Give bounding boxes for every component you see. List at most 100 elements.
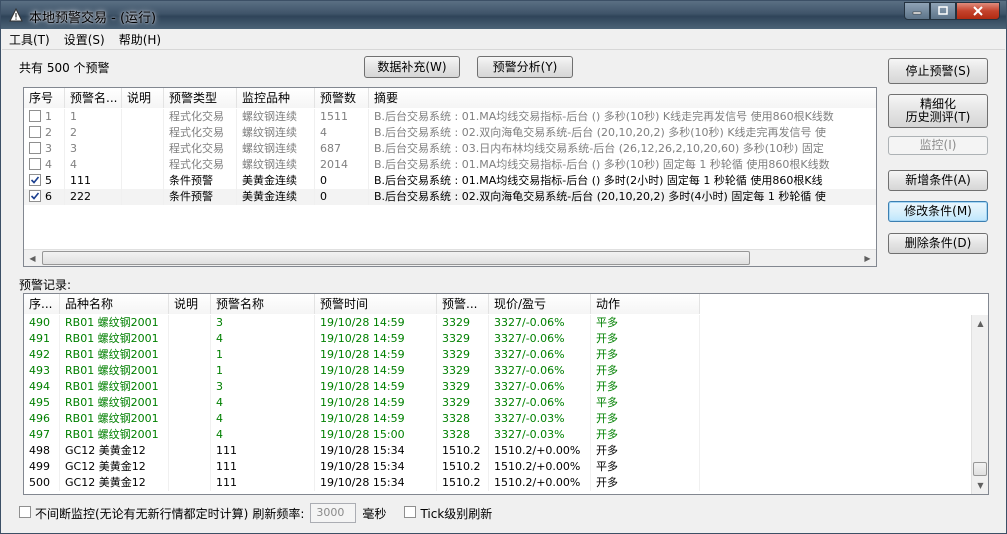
record-row[interactable]: 493 RB01 螺纹钢2001 1 19/10/28 14:59 3329 3327/-…	[24, 363, 700, 379]
title-bar[interactable]: 本地预警交易 - (运行)	[1, 1, 1006, 29]
record-row[interactable]: 490 RB01 螺纹钢2001 3 19/10/28 14:59 3329 3327/-…	[24, 315, 700, 331]
refresh-frequency-input[interactable]: 3000	[310, 503, 357, 523]
tick-refresh-checkbox[interactable]	[404, 506, 417, 518]
condition-row[interactable]: 6 222 条件预警 美黄金连续 0 B.后台交易系统 : 02.双向海龟交易系统-后台 …	[24, 189, 876, 205]
condition-cell-name: 222	[65, 189, 122, 205]
col-count[interactable]: 预警数	[315, 88, 369, 108]
records-vscroll-thumb[interactable]	[973, 462, 987, 476]
record-cell-alert: 3	[211, 379, 315, 395]
condition-cell-type: 程式化交易	[164, 157, 237, 173]
record-row[interactable]: 498 GC12 美黄金12 111 19/10/28 15:34 1510.2 1510…	[24, 443, 700, 459]
col-symbol[interactable]: 监控品种	[237, 88, 315, 108]
condition-checkbox[interactable]	[29, 142, 41, 154]
condition-cell-summary: B.后台交易系统 : 01.MA均线交易指标-后台 () 多秒(10秒) K线走…	[369, 109, 876, 125]
records-vscrollbar[interactable]: ▲ ▼	[971, 315, 988, 494]
add-condition-button[interactable]: 新增条件(A)	[888, 170, 988, 191]
refresh-unit-label: 毫秒	[362, 506, 387, 521]
condition-cell-summary: B.后台交易系统 : 02.双向海龟交易系统-后台 (20,10,20,2) 多…	[369, 189, 876, 205]
record-cell-desc	[169, 395, 211, 411]
condition-row[interactable]: 5 111 条件预警 美黄金连续 0 B.后台交易系统 : 01.MA均线交易指标-后台 …	[24, 173, 876, 189]
condition-checkbox[interactable]	[29, 174, 41, 186]
condition-checkbox[interactable]	[29, 110, 41, 122]
records-header: 序... 品种名称 说明 预警名称 预警时间 预警... 现价/盈亏 动作	[24, 294, 700, 314]
record-cell-desc	[169, 331, 211, 347]
rec-col-product[interactable]: 品种名称	[60, 294, 169, 314]
condition-cell-count: 4	[315, 125, 369, 141]
condition-checkbox[interactable]	[29, 158, 41, 170]
record-row[interactable]: 491 RB01 螺纹钢2001 4 19/10/28 14:59 3329 3327/-…	[24, 331, 700, 347]
record-cell-desc	[169, 475, 211, 491]
history-backtest-button[interactable]: 精细化 历史测评(T)	[888, 94, 988, 128]
rec-col-no[interactable]: 序...	[24, 294, 60, 314]
condition-checkbox[interactable]	[29, 126, 41, 138]
data-supplement-button[interactable]: 数据补充(W)	[364, 56, 460, 78]
record-cell-desc	[169, 315, 211, 331]
record-cell-alert: 111	[211, 443, 315, 459]
col-desc[interactable]: 说明	[122, 88, 164, 108]
rec-col-time[interactable]: 预警时间	[315, 294, 437, 314]
history-backtest-line2: 历史测评(T)	[905, 110, 971, 124]
scroll-left-icon[interactable]: ◀	[24, 250, 41, 266]
record-cell-price: 3329	[437, 347, 489, 363]
scroll-down-icon[interactable]: ▼	[972, 477, 988, 494]
col-summary[interactable]: 摘要	[369, 88, 876, 108]
condition-cell-no: 1	[24, 109, 65, 125]
monitor-button[interactable]: 监控(I)	[888, 136, 988, 155]
stop-alert-button[interactable]: 停止预警(S)	[888, 58, 988, 84]
conditions-list[interactable]: 序号 预警名... 说明 预警类型 监控品种 预警数 摘要 1 1 程式化交易 螺纹钢…	[23, 87, 877, 267]
alert-analysis-button[interactable]: 预警分析(Y)	[477, 56, 573, 78]
col-no[interactable]: 序号	[24, 88, 65, 108]
record-cell-price: 3329	[437, 363, 489, 379]
record-cell-action: 开多	[591, 443, 700, 459]
record-cell-alert: 3	[211, 315, 315, 331]
condition-cell-name: 4	[65, 157, 122, 173]
record-row[interactable]: 494 RB01 螺纹钢2001 3 19/10/28 14:59 3329 3327/-…	[24, 379, 700, 395]
condition-row[interactable]: 1 1 程式化交易 螺纹钢连续 1511 B.后台交易系统 : 01.MA均线交易指标-后…	[24, 109, 876, 125]
scroll-up-icon[interactable]: ▲	[972, 315, 988, 332]
condition-cell-name: 111	[65, 173, 122, 189]
rec-col-alert[interactable]: 预警名称	[211, 294, 315, 314]
record-row[interactable]: 500 GC12 美黄金12 111 19/10/28 15:34 1510.2 1510…	[24, 475, 700, 491]
condition-row[interactable]: 3 3 程式化交易 螺纹钢连续 687 B.后台交易系统 : 03.日内布林均线交易系统-…	[24, 141, 876, 157]
scroll-right-icon[interactable]: ▶	[859, 250, 876, 266]
rec-col-action[interactable]: 动作	[591, 294, 700, 314]
conditions-hscroll-thumb[interactable]	[42, 251, 750, 265]
delete-condition-button[interactable]: 删除条件(D)	[888, 233, 988, 254]
maximize-button[interactable]	[930, 2, 956, 20]
rec-col-price[interactable]: 预警...	[437, 294, 489, 314]
condition-checkbox[interactable]	[29, 190, 41, 202]
modify-condition-button[interactable]: 修改条件(M)	[888, 201, 988, 222]
refresh-frequency-label: 刷新频率:	[252, 506, 305, 521]
record-row[interactable]: 495 RB01 螺纹钢2001 4 19/10/28 14:59 3329 3327/-…	[24, 395, 700, 411]
menu-tools[interactable]: 工具(T)	[2, 30, 57, 50]
condition-no: 6	[45, 190, 52, 203]
record-cell-price: 1510.2	[437, 443, 489, 459]
close-button[interactable]	[956, 2, 1000, 20]
record-cell-product: RB01 螺纹钢2001	[60, 315, 169, 331]
close-icon	[973, 6, 983, 16]
record-cell-time: 19/10/28 15:34	[315, 443, 437, 459]
condition-cell-summary: B.后台交易系统 : 02.双向海龟交易系统-后台 (20,10,20,2) 多…	[369, 125, 876, 141]
rec-col-desc[interactable]: 说明	[169, 294, 211, 314]
record-row[interactable]: 492 RB01 螺纹钢2001 1 19/10/28 14:59 3329 3327/-…	[24, 347, 700, 363]
continuous-monitor-checkbox[interactable]	[19, 506, 31, 518]
record-cell-pnl: 3327/-0.06%	[489, 379, 591, 395]
col-type[interactable]: 预警类型	[164, 88, 237, 108]
minimize-button[interactable]	[904, 2, 930, 20]
record-cell-product: RB01 螺纹钢2001	[60, 411, 169, 427]
condition-row[interactable]: 4 4 程式化交易 螺纹钢连续 2014 B.后台交易系统 : 01.MA均线交易指标-后…	[24, 157, 876, 173]
record-cell-product: GC12 美黄金12	[60, 443, 169, 459]
condition-row[interactable]: 2 2 程式化交易 螺纹钢连续 4 B.后台交易系统 : 02.双向海龟交易系统-后台 (…	[24, 125, 876, 141]
condition-cell-symbol: 螺纹钢连续	[237, 141, 315, 157]
rec-col-pnl[interactable]: 现价/盈亏	[489, 294, 591, 314]
record-row[interactable]: 496 RB01 螺纹钢2001 4 19/10/28 14:59 3328 3327/-…	[24, 411, 700, 427]
condition-cell-summary: B.后台交易系统 : 01.MA均线交易指标-后台 () 多秒(10秒) 固定每…	[369, 157, 876, 173]
record-row[interactable]: 497 RB01 螺纹钢2001 4 19/10/28 15:00 3328 3327/-…	[24, 427, 700, 443]
menu-settings[interactable]: 设置(S)	[57, 30, 112, 50]
condition-cell-name: 3	[65, 141, 122, 157]
col-name[interactable]: 预警名...	[65, 88, 122, 108]
menu-help[interactable]: 帮助(H)	[112, 30, 168, 50]
conditions-hscrollbar[interactable]: ◀ ▶	[24, 249, 876, 266]
records-list[interactable]: 序... 品种名称 说明 预警名称 预警时间 预警... 现价/盈亏 动作 49…	[23, 293, 989, 495]
record-row[interactable]: 499 GC12 美黄金12 111 19/10/28 15:34 1510.2 1510…	[24, 459, 700, 475]
